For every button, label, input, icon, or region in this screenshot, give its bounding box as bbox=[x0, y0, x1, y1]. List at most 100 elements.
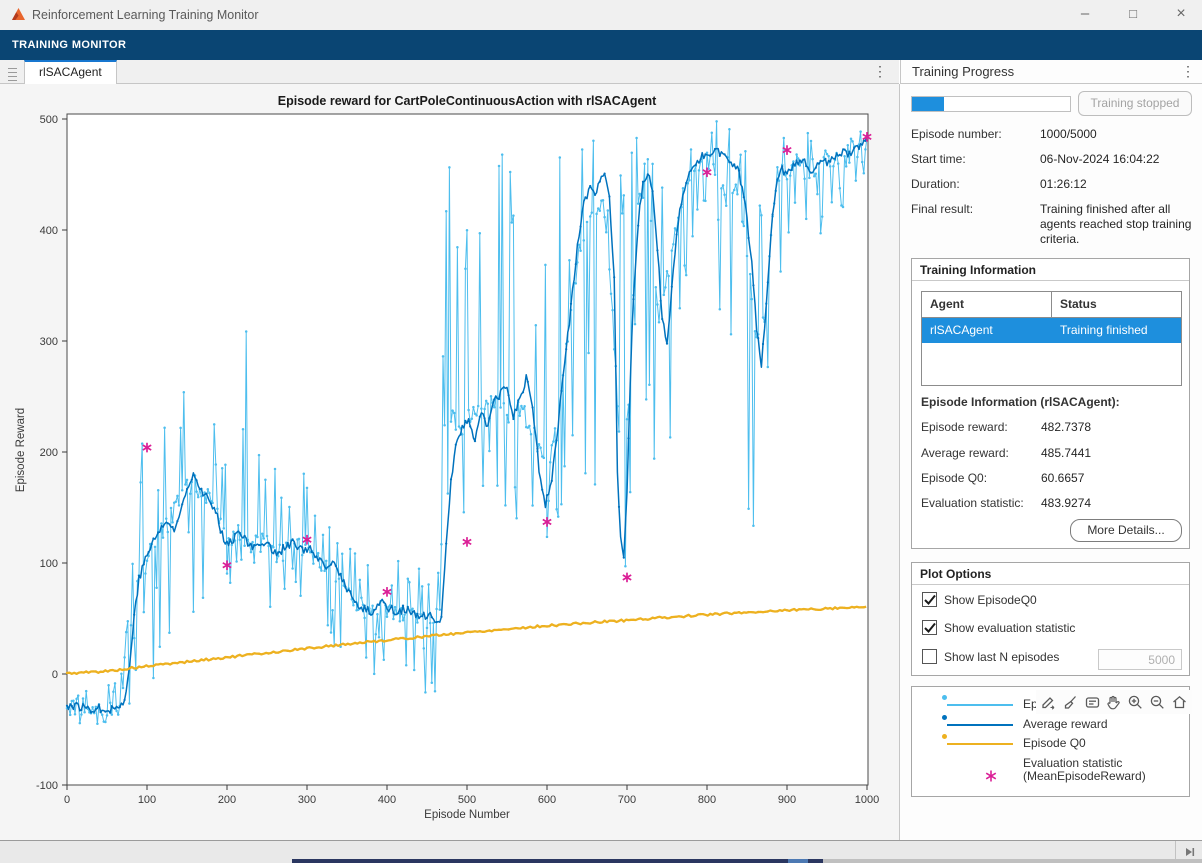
svg-text:200: 200 bbox=[218, 794, 236, 806]
show-last-n-episodes-label: Show last N episodes bbox=[944, 650, 1059, 664]
training-information-header: Training Information bbox=[912, 259, 1189, 281]
progress-fill bbox=[912, 97, 944, 111]
more-details-button[interactable]: More Details... bbox=[1070, 519, 1182, 542]
agent-status-table: Agent Status rlSACAgent Training finishe… bbox=[921, 291, 1182, 386]
svg-text:0: 0 bbox=[52, 669, 58, 681]
svg-text:100: 100 bbox=[40, 558, 58, 570]
show-episodeq0-checkbox[interactable] bbox=[922, 592, 937, 607]
show-evaluation-statistic-row[interactable]: Show evaluation statistic bbox=[922, 620, 1075, 635]
svg-text:500: 500 bbox=[40, 114, 58, 126]
svg-text:700: 700 bbox=[618, 794, 636, 806]
svg-text:800: 800 bbox=[698, 794, 716, 806]
show-last-n-episodes-row[interactable]: Show last N episodes bbox=[922, 649, 1059, 664]
expand-panel-icon[interactable] bbox=[1183, 845, 1197, 859]
show-evaluation-statistic-label: Show evaluation statistic bbox=[944, 621, 1075, 635]
training-progress-panel: Training stopped Episode number: 1000/50… bbox=[899, 84, 1202, 840]
svg-text:Episode reward for CartPoleCon: Episode reward for CartPoleContinuousAct… bbox=[278, 94, 657, 108]
episode-q0-line-icon bbox=[947, 743, 1013, 745]
table-header-row: Agent Status bbox=[922, 292, 1181, 318]
window-title: Reinforcement Learning Training Monitor bbox=[32, 8, 259, 22]
status-cell[interactable]: Training finished bbox=[1052, 318, 1181, 343]
taskbar-accent bbox=[788, 859, 808, 863]
legend-label-episode-q0: Episode Q0 bbox=[1023, 736, 1086, 750]
training-progress-header: Training Progress bbox=[900, 60, 1202, 84]
legend-label-average-reward: Average reward bbox=[1023, 717, 1108, 731]
datatips-icon[interactable] bbox=[1083, 693, 1102, 712]
figure-area: 0 100 200 300 400 500 600 700 800 900 1000 -100 0 100… bbox=[0, 84, 899, 840]
zoom-out-icon[interactable] bbox=[1148, 693, 1167, 712]
tab-grip-icon[interactable] bbox=[7, 65, 18, 79]
episode-reward-label: Episode reward: bbox=[921, 420, 1008, 434]
start-time-value: 06-Nov-2024 16:04:22 bbox=[1040, 152, 1192, 166]
maximize-button[interactable]: □ bbox=[1116, 0, 1150, 30]
tab-rlsacagent[interactable]: rlSACAgent bbox=[24, 60, 117, 84]
episode-number-label: Episode number: bbox=[911, 127, 1036, 141]
final-result-value: Training finished after all agents reach… bbox=[1040, 202, 1192, 247]
svg-text:1000: 1000 bbox=[855, 794, 879, 806]
svg-text:500: 500 bbox=[458, 794, 476, 806]
training-progress-title: Training Progress bbox=[912, 64, 1014, 79]
episode-q0-label: Episode Q0: bbox=[921, 471, 987, 485]
close-button[interactable]: × bbox=[1164, 0, 1198, 30]
show-last-n-episodes-checkbox[interactable] bbox=[922, 649, 937, 664]
brush-icon[interactable] bbox=[1061, 693, 1080, 712]
svg-text:300: 300 bbox=[298, 794, 316, 806]
svg-text:200: 200 bbox=[40, 447, 58, 459]
evaluation-statistic-label: Evaluation statistic: bbox=[921, 496, 1024, 510]
reward-chart[interactable]: 0 100 200 300 400 500 600 700 800 900 1000 -100 0 100… bbox=[0, 84, 899, 840]
svg-text:0: 0 bbox=[64, 794, 70, 806]
plot-options-section: Plot Options Show EpisodeQ0 Show evaluat… bbox=[911, 562, 1190, 676]
pan-icon[interactable] bbox=[1104, 693, 1123, 712]
restore-view-icon[interactable] bbox=[1170, 693, 1189, 712]
svg-text:900: 900 bbox=[778, 794, 796, 806]
taskbar-sliver bbox=[0, 859, 1202, 863]
legend-entry-episode-q0[interactable]: Episode Q0 bbox=[912, 735, 1189, 753]
minimize-button[interactable]: – bbox=[1068, 0, 1102, 30]
svg-text:-100: -100 bbox=[36, 780, 58, 792]
legend-entry-evaluation-statistic[interactable]: Evaluation statistic (MeanEpisodeReward) bbox=[912, 755, 1189, 785]
export-icon[interactable] bbox=[1039, 693, 1058, 712]
average-reward-value: 485.7441 bbox=[1041, 446, 1091, 460]
average-reward-line-icon bbox=[947, 724, 1013, 726]
title-bar: Reinforcement Learning Training Monitor … bbox=[0, 0, 1202, 30]
column-status[interactable]: Status bbox=[1052, 292, 1181, 317]
training-information-section: Training Information Agent Status rlSACA… bbox=[911, 258, 1190, 549]
svg-text:600: 600 bbox=[538, 794, 556, 806]
tab-options-menu-icon[interactable]: ⋮ bbox=[870, 60, 890, 82]
average-reward-marker-icon bbox=[942, 715, 947, 720]
taskbar-gray bbox=[823, 859, 1202, 863]
column-agent[interactable]: Agent bbox=[922, 292, 1052, 317]
document-tab-strip: rlSACAgent ⋮ bbox=[0, 60, 899, 84]
svg-text:Episode Reward: Episode Reward bbox=[15, 408, 27, 492]
duration-value: 01:26:12 bbox=[1040, 177, 1192, 191]
taskbar-segment bbox=[292, 859, 823, 863]
axes-toolbar bbox=[1036, 690, 1192, 714]
table-row[interactable]: rlSACAgent Training finished bbox=[922, 318, 1181, 343]
episode-q0-marker-icon bbox=[942, 734, 947, 739]
svg-text:400: 400 bbox=[378, 794, 396, 806]
start-time-label: Start time: bbox=[911, 152, 1036, 166]
show-episodeq0-row[interactable]: Show EpisodeQ0 bbox=[922, 592, 1037, 607]
legend-label-evaluation-statistic: Evaluation statistic (MeanEpisodeReward) bbox=[1023, 757, 1146, 783]
zoom-in-icon[interactable] bbox=[1126, 693, 1145, 712]
training-progress-bar bbox=[911, 96, 1071, 112]
evaluation-statistic-value: 483.9274 bbox=[1041, 496, 1091, 510]
episode-reward-marker-icon bbox=[942, 695, 947, 700]
svg-text:400: 400 bbox=[40, 225, 58, 237]
panel-options-menu-icon[interactable]: ⋮ bbox=[1178, 60, 1198, 84]
ribbon-tab-training-monitor[interactable]: TRAINING MONITOR bbox=[12, 39, 126, 51]
toolstrip-ribbon: TRAINING MONITOR bbox=[0, 30, 1202, 60]
last-n-episodes-input[interactable] bbox=[1098, 649, 1182, 670]
show-evaluation-statistic-checkbox[interactable] bbox=[922, 620, 937, 635]
training-stopped-button[interactable]: Training stopped bbox=[1078, 91, 1192, 116]
plot-options-header: Plot Options bbox=[912, 563, 1189, 585]
svg-text:300: 300 bbox=[40, 336, 58, 348]
legend-entry-average-reward[interactable]: Average reward bbox=[912, 716, 1189, 734]
svg-text:100: 100 bbox=[138, 794, 156, 806]
episode-number-value: 1000/5000 bbox=[1040, 127, 1192, 141]
final-result-label: Final result: bbox=[911, 202, 1036, 216]
average-reward-label: Average reward: bbox=[921, 446, 1009, 460]
matlab-logo-icon bbox=[10, 6, 27, 23]
agent-cell[interactable]: rlSACAgent bbox=[922, 318, 1052, 343]
episode-reward-line-icon bbox=[947, 704, 1013, 706]
